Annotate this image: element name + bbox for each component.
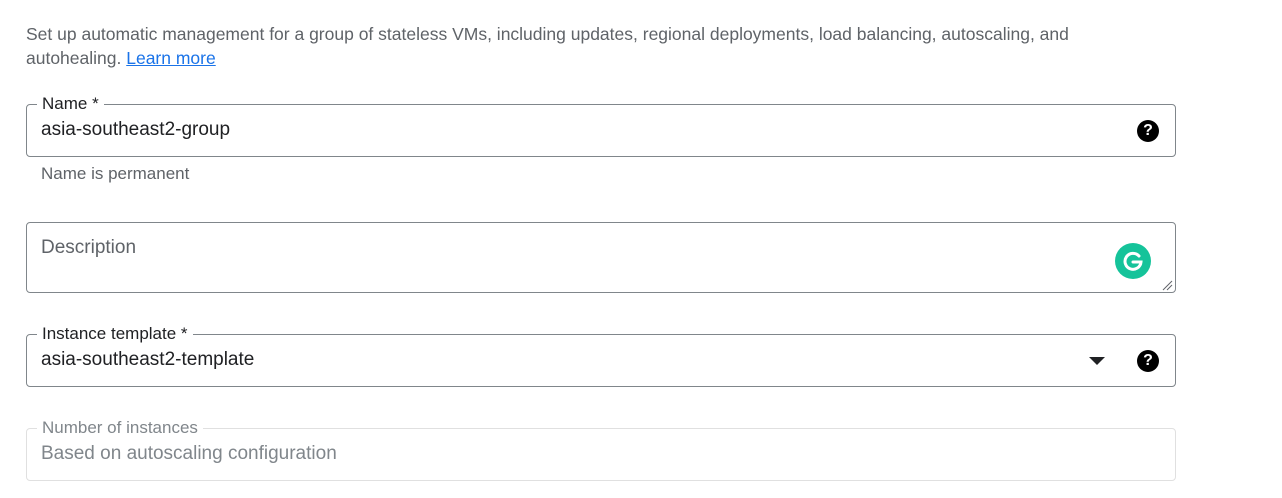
help-icon[interactable]: ? [1137,120,1159,142]
description-placeholder: Description [41,237,137,258]
resize-handle-icon[interactable] [1161,278,1173,291]
name-hint: Name is permanent [41,164,190,183]
number-of-instances-value: Based on autoscaling configuration [41,443,337,464]
form-page: Set up automatic management for a group … [0,0,1282,498]
instance-template-select[interactable]: asia-southeast2-template [41,349,254,371]
name-input[interactable]: asia-southeast2-group [41,119,230,141]
learn-more-link[interactable]: Learn more [126,48,216,68]
number-of-instances-label: Number of instances [37,417,203,439]
dropdown-arrow-icon[interactable] [1089,357,1105,365]
help-icon[interactable]: ? [1137,350,1159,372]
name-label: Name * [37,93,104,115]
intro-text: Set up automatic management for a group … [26,22,1126,70]
grammarly-icon[interactable] [1115,243,1151,279]
name-field[interactable]: Name * asia-southeast2-group ? [26,93,1176,157]
number-of-instances-field: Number of instances Based on autoscaling… [26,417,1176,481]
description-field[interactable]: Description [26,222,1176,293]
instance-template-field[interactable]: Instance template * asia-southeast2-temp… [26,323,1176,387]
instance-template-label: Instance template * [37,323,193,345]
